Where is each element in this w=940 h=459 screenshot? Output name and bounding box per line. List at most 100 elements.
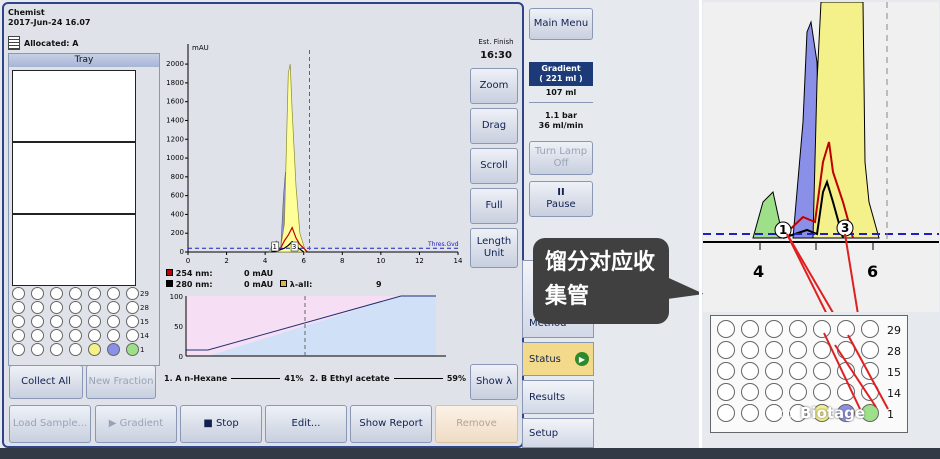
- well[interactable]: [50, 287, 63, 300]
- gradient-plot[interactable]: 100 50 0: [166, 290, 466, 372]
- pct-b: 59%: [446, 374, 467, 383]
- well[interactable]: [31, 343, 44, 356]
- remove-button[interactable]: Remove: [435, 405, 518, 443]
- divider: [699, 0, 702, 448]
- well[interactable]: [31, 329, 44, 342]
- r254-label: 254 nm:: [175, 269, 213, 278]
- rack-slot[interactable]: [12, 142, 136, 214]
- current-volume: 107 ml: [545, 88, 577, 97]
- well[interactable]: [126, 343, 139, 356]
- well[interactable]: [88, 287, 101, 300]
- readouts: 254 nm: 0 mAU 280 nm: 0 mAU λ-all: 9: [166, 268, 466, 290]
- watermark: Biotage: [800, 404, 866, 422]
- edit-button[interactable]: Edit...: [265, 405, 347, 443]
- gradient-y-label: 50: [174, 323, 183, 331]
- well[interactable]: [88, 343, 101, 356]
- well[interactable]: [126, 301, 139, 314]
- well[interactable]: [107, 301, 120, 314]
- well[interactable]: [31, 287, 44, 300]
- row-label: 14: [140, 332, 149, 340]
- gradient-button[interactable]: ▶ Gradient: [95, 405, 177, 443]
- well[interactable]: [12, 343, 25, 356]
- well[interactable]: [88, 315, 101, 328]
- gradient-volume: ( 221 ml ): [539, 74, 583, 83]
- well[interactable]: [69, 315, 82, 328]
- r280-value: 0 mAU: [244, 280, 274, 289]
- stop-button[interactable]: ■ Stop: [180, 405, 262, 443]
- well[interactable]: [88, 301, 101, 314]
- gradient-y-label: 100: [170, 293, 183, 301]
- well[interactable]: [107, 329, 120, 342]
- well[interactable]: [126, 287, 139, 300]
- tab-setup-label: Setup: [529, 427, 559, 439]
- pressure: 1.1 bar: [529, 102, 593, 121]
- tab-status[interactable]: Status ▶: [522, 342, 594, 376]
- tray-panel: Tray 29 28 15 14 1: [8, 53, 160, 366]
- well[interactable]: [88, 329, 101, 342]
- show-lambda-button[interactable]: Show λ: [470, 364, 518, 400]
- show-report-button[interactable]: Show Report: [350, 405, 432, 443]
- tab-setup[interactable]: Setup: [522, 418, 594, 448]
- r254-value: 0 mAU: [244, 269, 274, 278]
- well[interactable]: [69, 343, 82, 356]
- rack-slot[interactable]: [12, 214, 136, 286]
- collect-all-button[interactable]: Collect All: [9, 365, 83, 399]
- allocation-status: Allocated: A: [8, 36, 78, 50]
- well[interactable]: [50, 315, 63, 328]
- well[interactable]: [50, 329, 63, 342]
- length-unit-button[interactable]: Length Unit: [470, 228, 518, 268]
- rack-icon: [8, 36, 20, 50]
- date-time: 2017-Jun-24 16.07: [8, 18, 91, 27]
- well[interactable]: [50, 301, 63, 314]
- gradient-y-label: 0: [179, 353, 183, 361]
- load-sample-button[interactable]: Load Sample...: [9, 405, 91, 443]
- well[interactable]: [12, 301, 25, 314]
- allocated-label: Allocated: A: [24, 38, 79, 48]
- solvent-a: 1. A n-Hexane: [164, 374, 228, 383]
- zoom-fraction-1: 1: [779, 223, 787, 237]
- full-button[interactable]: Full: [470, 188, 518, 224]
- pause-icon: II: [557, 187, 565, 198]
- new-fraction-button[interactable]: New Fraction: [86, 365, 156, 399]
- drag-button[interactable]: Drag: [470, 108, 518, 144]
- series-lambda-all: [275, 64, 307, 253]
- well[interactable]: [69, 287, 82, 300]
- zoom-button[interactable]: Zoom: [470, 68, 518, 104]
- pause-label: Pause: [546, 199, 576, 210]
- zoom-x-tick: 4: [753, 262, 764, 281]
- well[interactable]: [12, 287, 25, 300]
- pause-button[interactable]: II Pause: [529, 181, 593, 217]
- tab-results[interactable]: Results: [522, 380, 594, 414]
- well[interactable]: [12, 315, 25, 328]
- well[interactable]: [31, 301, 44, 314]
- main-menu-button[interactable]: Main Menu: [529, 8, 593, 40]
- chromatogram[interactable]: mAU 0 200 400 600 800 1000 1200 1400 1600 1800 2000…: [162, 38, 468, 278]
- x-tick-label: 14: [454, 257, 463, 265]
- user-name: Chemist: [8, 8, 45, 17]
- well[interactable]: [50, 343, 63, 356]
- y-unit-label: mAU: [192, 44, 209, 52]
- y-tick-label: 400: [171, 210, 184, 218]
- y-tick-label: 600: [171, 192, 184, 200]
- y-tick-label: 2000: [166, 60, 184, 68]
- well[interactable]: [107, 287, 120, 300]
- x-tick-label: 4: [263, 257, 268, 265]
- y-tick-label: 1800: [166, 79, 184, 87]
- tab-results-label: Results: [529, 391, 566, 403]
- scroll-button[interactable]: Scroll: [470, 148, 518, 184]
- play-icon: ▶: [575, 352, 589, 366]
- header-info: Chemist 2017-Jun-24 16.07: [8, 8, 91, 28]
- well[interactable]: [107, 315, 120, 328]
- well[interactable]: [69, 329, 82, 342]
- well[interactable]: [31, 315, 44, 328]
- well[interactable]: [12, 329, 25, 342]
- fraction-label: 3: [292, 243, 296, 251]
- rack-slot[interactable]: [12, 70, 136, 142]
- zoom-fraction-3: 3: [841, 221, 849, 235]
- well[interactable]: [126, 329, 139, 342]
- lamp-off-button[interactable]: Turn Lamp Off: [529, 141, 593, 175]
- well[interactable]: [126, 315, 139, 328]
- y-tick-label: 1200: [166, 135, 184, 143]
- well[interactable]: [107, 343, 120, 356]
- well[interactable]: [69, 301, 82, 314]
